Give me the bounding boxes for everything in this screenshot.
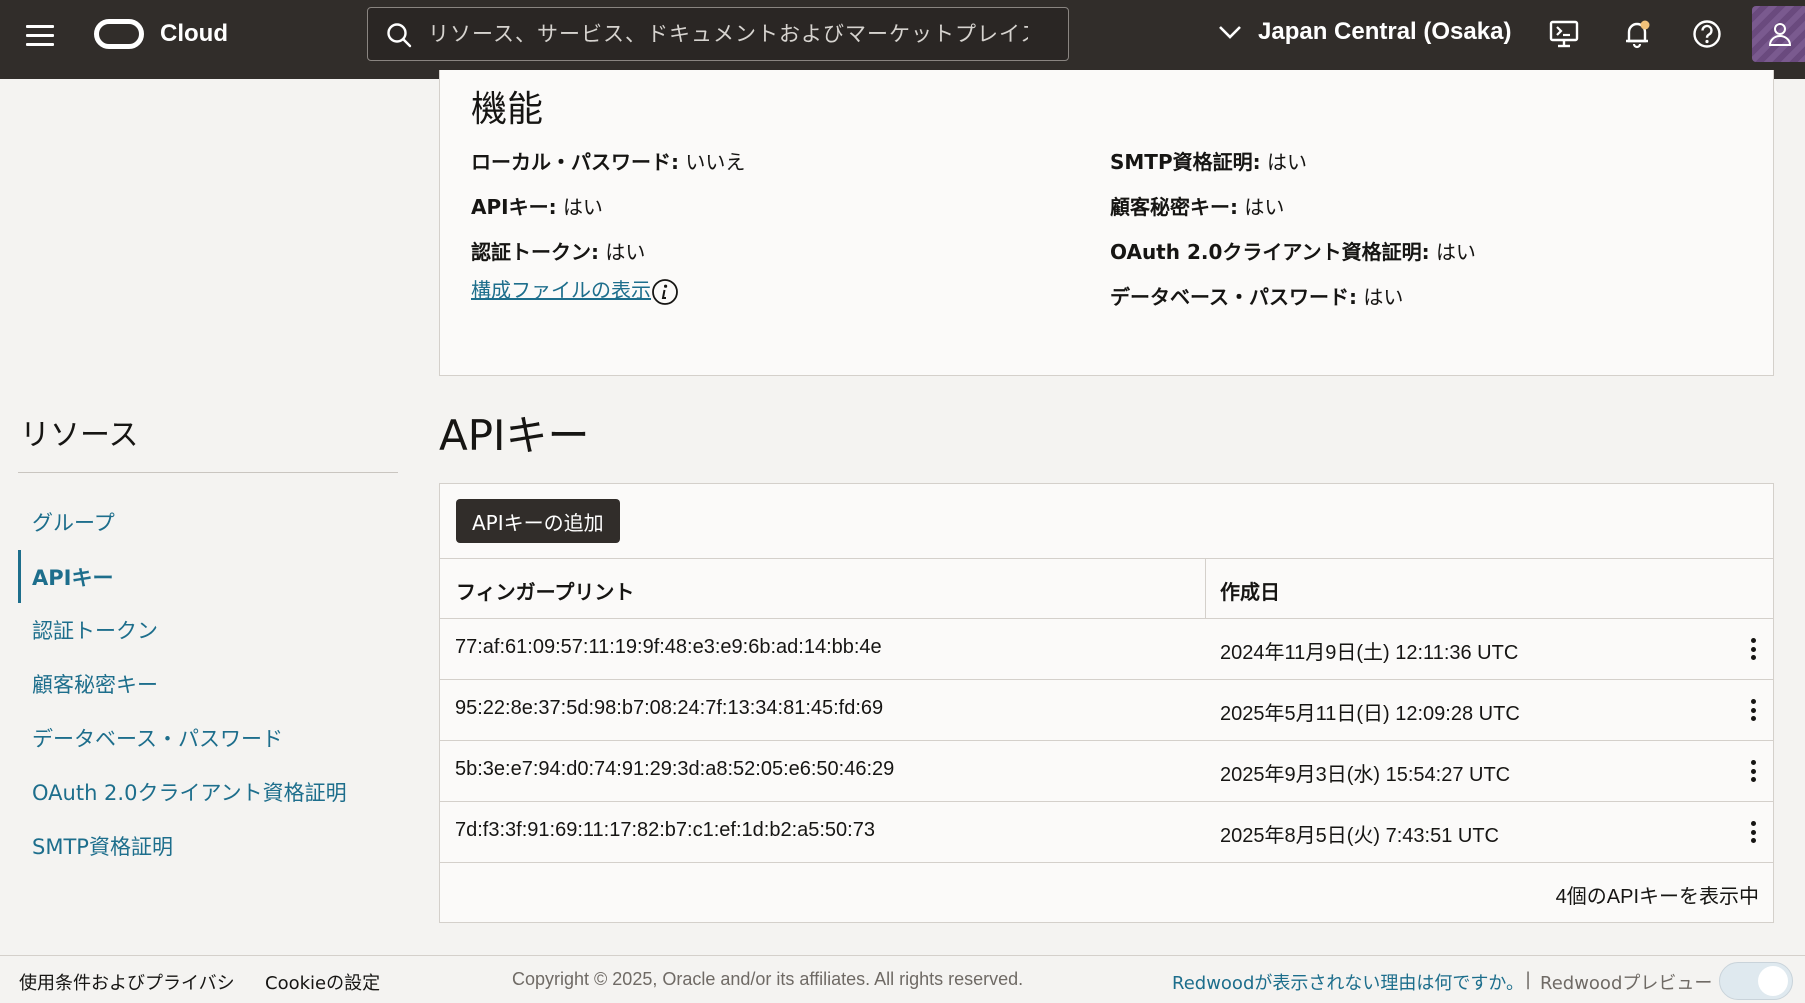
feature-value: はい (1244, 195, 1285, 219)
table-row: 5b:3e:e7:94:d0:74:91:29:3d:a8:52:05:e6:5… (440, 741, 1773, 802)
info-icon[interactable] (651, 278, 679, 306)
footer-separator: | (1525, 969, 1532, 990)
feature-auth-tokens: 認証トークン: はい (471, 236, 645, 265)
fingerprint-cell: 95:22:8e:37:5d:98:b7:08:24:7f:13:34:81:4… (455, 697, 884, 719)
kebab-icon[interactable] (1746, 758, 1760, 784)
sidebar-active-indicator (18, 550, 21, 603)
redwood-preview-label: Redwoodプレビュー (1540, 973, 1713, 994)
kebab-icon[interactable] (1746, 819, 1760, 845)
feature-value: はい (605, 240, 646, 264)
features-card: 機能 ローカル・パスワード: いいえ APIキー: はい 認証トークン: はい … (439, 70, 1774, 376)
region-label: Japan Central (Osaka) (1258, 18, 1512, 45)
feature-smtp-credentials: SMTP資格証明: はい (1110, 146, 1307, 175)
toggle-knob (1758, 966, 1788, 996)
user-avatar[interactable] (1752, 6, 1805, 62)
copyright-text: Copyright © 2025, Oracle and/or its affi… (512, 969, 1024, 989)
sidebar-title: リソース (20, 418, 139, 453)
feature-customer-secret-keys: 顧客秘密キー: はい (1110, 191, 1284, 220)
created-cell: 2025年5月11日(日) 12:09:28 UTC (1220, 703, 1520, 725)
view-config-file-link[interactable]: 構成ファイルの表示 (471, 278, 651, 302)
feature-label: データベース・パスワード: (1110, 285, 1357, 309)
kebab-icon[interactable] (1746, 697, 1760, 723)
sidebar-item-oauth-credentials[interactable]: OAuth 2.0クライアント資格証明 (32, 777, 347, 807)
feature-label: 認証トークン: (471, 240, 599, 264)
menu-icon[interactable] (26, 25, 54, 49)
sidebar-item-customer-secret-keys[interactable]: 顧客秘密キー (32, 669, 158, 699)
terms-privacy-link[interactable]: 使用条件およびプライバシ (19, 969, 235, 995)
column-header-fingerprint[interactable]: フィンガープリント (456, 576, 634, 605)
column-header-created[interactable]: 作成日 (1220, 576, 1280, 605)
feature-oauth-credentials: OAuth 2.0クライアント資格証明: はい (1110, 236, 1476, 265)
api-keys-table-card: APIキーの追加 フィンガープリント 作成日 77:af:61:09:57:11… (439, 483, 1774, 923)
region-selector[interactable]: Japan Central (Osaka) (1218, 18, 1511, 46)
created-cell: 2025年9月3日(水) 15:54:27 UTC (1220, 764, 1511, 786)
search-box[interactable] (367, 7, 1069, 61)
cloud-shell-icon[interactable] (1548, 18, 1580, 50)
feature-label: OAuth 2.0クライアント資格証明: (1110, 240, 1430, 264)
page-footer: 使用条件およびプライバシ Cookieの設定 Copyright © 2025,… (0, 955, 1805, 1003)
fingerprint-cell: 77:af:61:09:57:11:19:9f:48:e3:e9:6b:ad:1… (455, 636, 882, 658)
feature-label: SMTP資格証明: (1110, 150, 1261, 174)
api-keys-heading: APIキー (439, 411, 590, 460)
feature-db-passwords: データベース・パスワード: はい (1110, 281, 1403, 310)
sidebar-item-auth-tokens[interactable]: 認証トークン (32, 615, 158, 645)
redwood-preview-toggle[interactable] (1719, 962, 1793, 1000)
chevron-down-icon (1219, 26, 1241, 39)
feature-label: APIキー: (471, 195, 557, 219)
feature-local-password: ローカル・パスワード: いいえ (471, 146, 745, 175)
fingerprint-cell: 5b:3e:e7:94:d0:74:91:29:3d:a8:52:05:e6:5… (455, 758, 895, 780)
bell-icon[interactable] (1621, 18, 1653, 50)
add-api-key-button[interactable]: APIキーの追加 (456, 499, 620, 543)
created-cell: 2025年8月5日(火) 7:43:51 UTC (1220, 825, 1500, 847)
kebab-icon[interactable] (1746, 636, 1760, 662)
help-icon[interactable] (1691, 18, 1723, 50)
fingerprint-cell: 7d:f3:3f:91:69:11:17:82:b7:c1:ef:1d:b2:a… (455, 819, 875, 841)
sidebar-item-groups[interactable]: グループ (32, 507, 115, 537)
feature-label: ローカル・パスワード: (471, 150, 679, 174)
search-icon (387, 23, 412, 48)
cookie-settings-link[interactable]: Cookieの設定 (265, 969, 380, 995)
feature-value: はい (1266, 150, 1307, 174)
redwood-why-link[interactable]: Redwoodが表示されない理由は何ですか。 (1172, 969, 1524, 995)
table-row: 7d:f3:3f:91:69:11:17:82:b7:c1:ef:1d:b2:a… (440, 802, 1773, 863)
search-input[interactable] (428, 22, 1028, 46)
oracle-logo[interactable] (94, 19, 144, 49)
feature-api-keys: APIキー: はい (471, 191, 603, 220)
feature-value: はい (1435, 240, 1476, 264)
features-title: 機能 (471, 89, 544, 130)
top-header: Cloud Japan Central (Osaka) (0, 0, 1805, 79)
row-count-label: 4個のAPIキーを表示中 (1555, 886, 1759, 908)
config-file-row: 構成ファイルの表示 (471, 274, 679, 306)
column-divider (1205, 559, 1206, 619)
feature-value: いいえ (685, 150, 746, 174)
feature-label: 顧客秘密キー: (1110, 195, 1238, 219)
brand-label: Cloud (160, 20, 228, 47)
feature-value: はい (562, 195, 603, 219)
table-row: 95:22:8e:37:5d:98:b7:08:24:7f:13:34:81:4… (440, 680, 1773, 741)
sidebar-item-api-keys[interactable]: APIキー (32, 562, 113, 592)
created-cell: 2024年11月9日(土) 12:11:36 UTC (1220, 642, 1519, 664)
feature-value: はい (1363, 285, 1404, 309)
sidebar-item-db-passwords[interactable]: データベース・パスワード (32, 723, 283, 753)
table-header: フィンガープリント 作成日 (440, 558, 1773, 619)
sidebar-item-smtp-credentials[interactable]: SMTP資格証明 (32, 831, 173, 861)
table-row: 77:af:61:09:57:11:19:9f:48:e3:e9:6b:ad:1… (440, 619, 1773, 680)
user-icon (1768, 23, 1792, 46)
sidebar-divider (18, 472, 398, 473)
